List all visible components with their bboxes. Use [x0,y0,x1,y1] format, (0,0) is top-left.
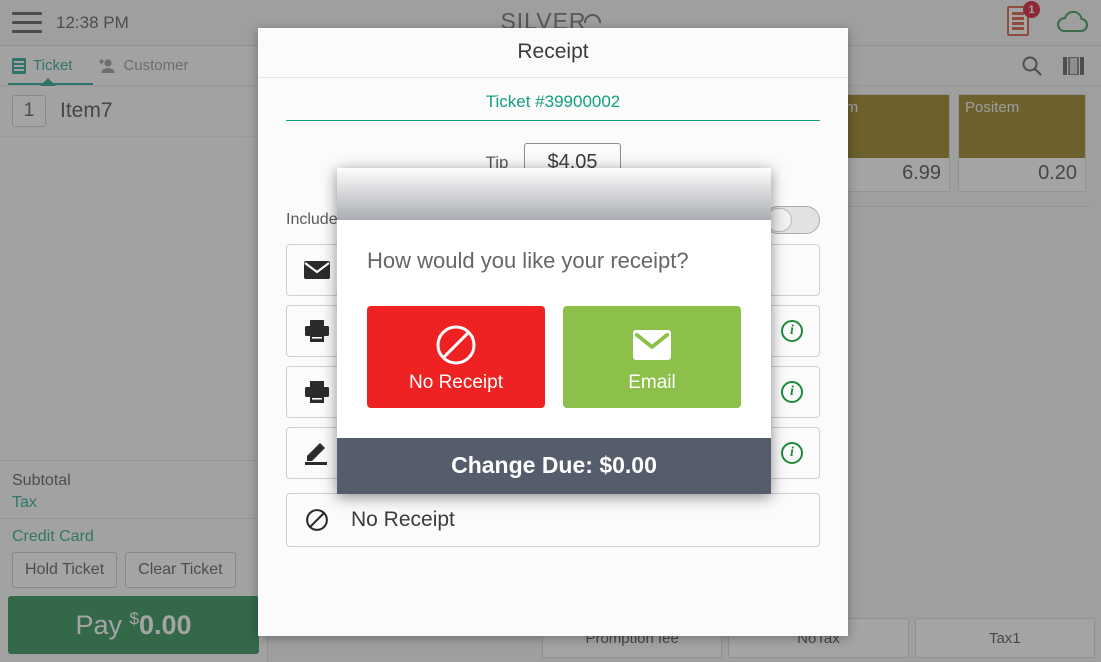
printer-icon [305,381,329,403]
no-receipt-button[interactable]: No Receipt [367,306,545,408]
no-receipt-button-label: No Receipt [409,372,503,393]
include-toggle[interactable] [764,206,820,234]
info-icon[interactable]: i [781,320,803,342]
modal-body: How would you like your receipt? No Rece… [337,220,771,438]
pencil-icon [305,443,327,465]
modal-header-bar [337,168,771,220]
receipt-choice-modal: How would you like your receipt? No Rece… [337,168,771,494]
change-due-bar: Change Due: $0.00 [337,438,771,494]
email-button-label: Email [628,372,676,393]
email-button[interactable]: Email [563,306,741,408]
printer-icon [305,320,329,342]
modal-buttons: No Receipt Email [367,306,741,408]
no-receipt-row[interactable]: No Receipt [286,493,820,547]
no-entry-icon [367,322,545,368]
info-icon[interactable]: i [781,442,803,464]
modal-question: How would you like your receipt? [367,248,689,273]
no-receipt-label: No Receipt [351,508,455,531]
include-label: Include [286,211,338,228]
info-icon[interactable]: i [781,381,803,403]
receipt-dialog-title: Receipt [258,28,848,78]
receipt-ticket-number: Ticket #39900002 [485,92,621,111]
no-entry-icon [306,509,328,531]
envelope-icon [563,322,741,368]
envelope-icon [304,261,330,279]
pos-screen: 12:38 PM SILVER 1 Ticket [0,0,1101,662]
